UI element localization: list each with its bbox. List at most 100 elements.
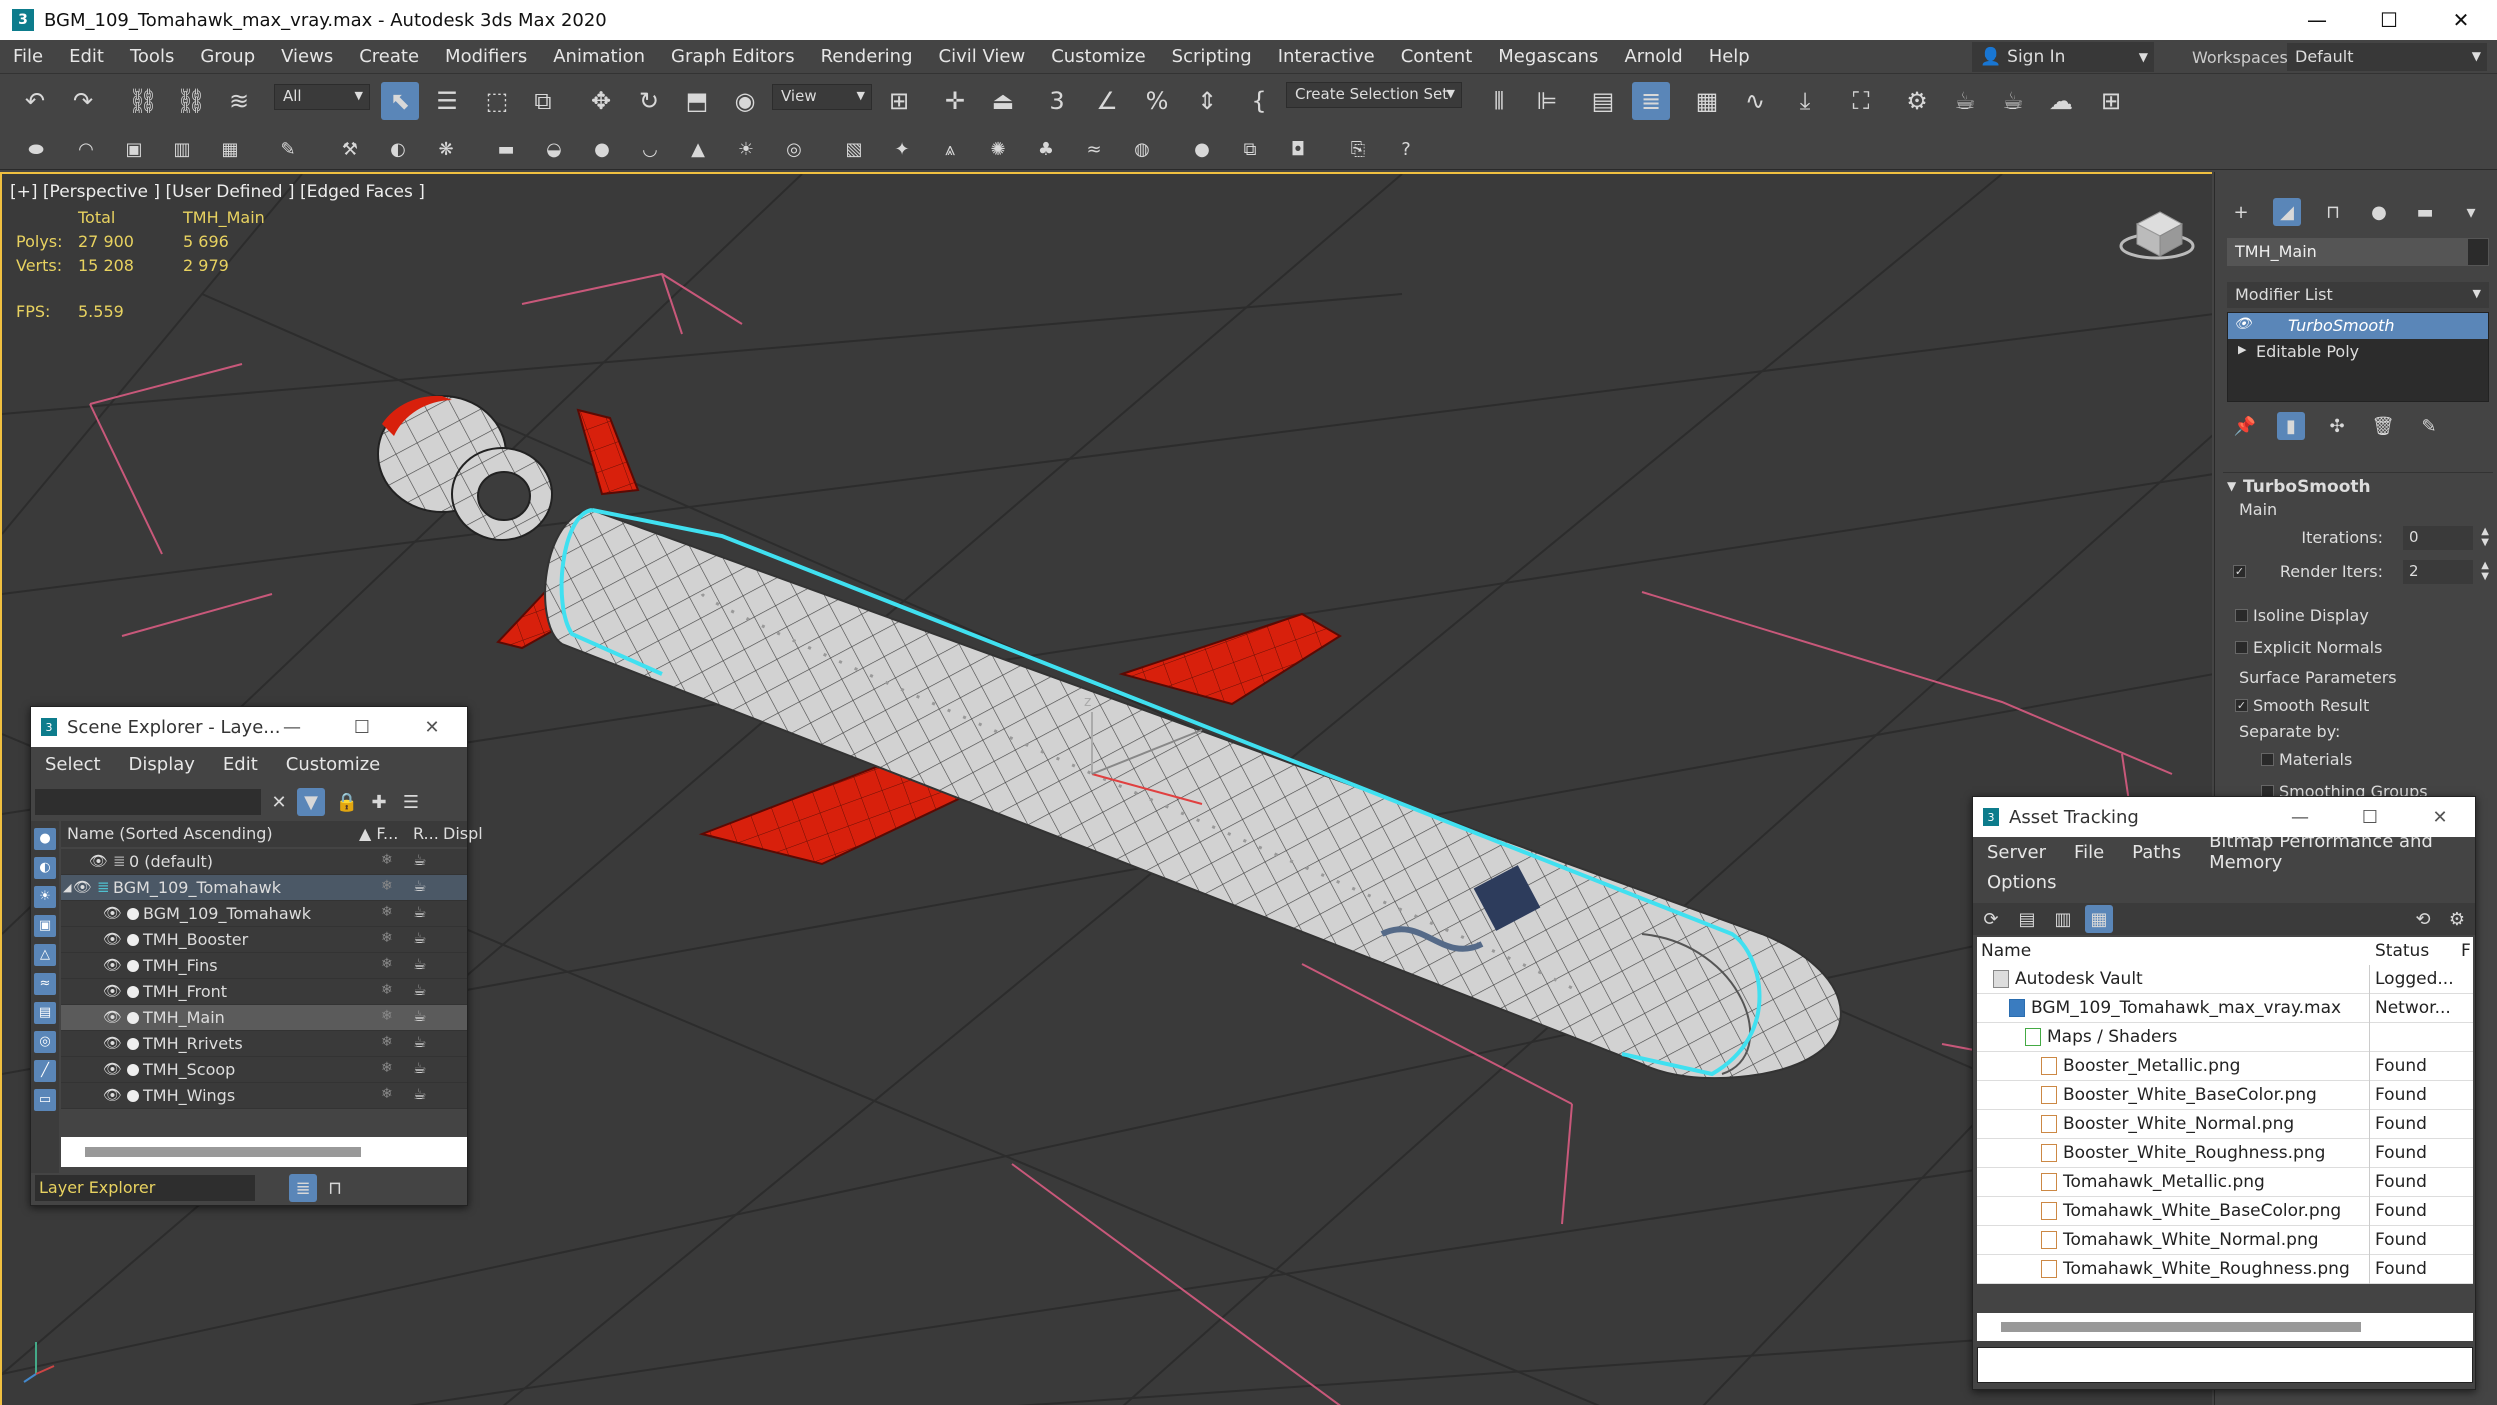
menu-rendering[interactable]: Rendering: [808, 46, 926, 67]
eye-icon[interactable]: 👁: [103, 930, 122, 948]
lasso-icon[interactable]: ◠: [72, 135, 100, 163]
renderable-icon[interactable]: ☕: [413, 1059, 426, 1077]
clear-search-icon[interactable]: ✕: [265, 788, 293, 816]
rollout-header[interactable]: ▼ TurboSmooth: [2223, 472, 2493, 500]
scene-explorer-scrollbar[interactable]: [61, 1137, 467, 1167]
tripod-icon[interactable]: ⩓: [936, 135, 964, 163]
minimize-button[interactable]: —: [257, 707, 327, 747]
tree-row[interactable]: 👁 TMH_Fins ❄ ☕: [61, 953, 467, 979]
tree-row[interactable]: 👁 TMH_Front ❄ ☕: [61, 979, 467, 1005]
keyboard-shortcut-override-icon[interactable]: ⏏: [984, 82, 1022, 120]
asset-row[interactable]: Booster_White_BaseColor.png Found: [1977, 1081, 2473, 1110]
asset-row[interactable]: Booster_White_Roughness.png Found: [1977, 1139, 2473, 1168]
scrollbar-thumb[interactable]: [2001, 1322, 2361, 1332]
workspaces-select[interactable]: Default ▼: [2287, 43, 2487, 71]
asset-row[interactable]: BGM_109_Tomahawk_max_vray.max Networ...: [1977, 994, 2473, 1023]
reference-coordinate-dropdown[interactable]: View ▼: [772, 84, 872, 110]
asset-row[interactable]: Booster_Metallic.png Found: [1977, 1052, 2473, 1081]
hierarchy-mode-icon[interactable]: ⊓: [321, 1174, 349, 1202]
filter-groups-icon[interactable]: ▤: [34, 1002, 56, 1024]
plane-icon[interactable]: ▬: [492, 135, 520, 163]
freeze-icon[interactable]: ❄: [381, 956, 393, 972]
tree-row[interactable]: 👁 ≣ 0 (default) ❄ ☕: [61, 849, 467, 875]
torus-icon[interactable]: ◐: [384, 135, 412, 163]
unlink-icon[interactable]: ⛓: [172, 82, 210, 120]
renderable-icon[interactable]: ☕: [413, 955, 426, 973]
renderable-icon[interactable]: ☕: [413, 1033, 426, 1051]
layers-icon[interactable]: ☰: [397, 788, 425, 816]
paint-icon[interactable]: ✎: [274, 135, 302, 163]
menu-group[interactable]: Group: [187, 46, 268, 67]
column-name[interactable]: Name (Sorted Ascending): [67, 824, 273, 843]
menu-edit[interactable]: Edit: [56, 46, 117, 67]
grid-icon[interactable]: ▦: [216, 135, 244, 163]
detail-view-icon[interactable]: ▥: [2049, 905, 2077, 933]
pivot-center-icon[interactable]: ⊞: [880, 82, 918, 120]
scene-explorer-menu-display[interactable]: Display: [115, 754, 209, 775]
menu-scripting[interactable]: Scripting: [1159, 46, 1265, 67]
bind-space-warp-icon[interactable]: ≋: [220, 82, 258, 120]
menu-arnold[interactable]: Arnold: [1611, 46, 1695, 67]
spinner-arrows-icon[interactable]: ▲ ▼: [2481, 526, 2489, 548]
filter-xrefs-icon[interactable]: ◎: [34, 1031, 56, 1053]
rectangular-selection-icon[interactable]: ⬚: [478, 82, 516, 120]
angle-snap-icon[interactable]: ∠: [1088, 82, 1126, 120]
scene-explorer-toggle-icon[interactable]: ▤: [1584, 82, 1622, 120]
light-sphere-icon[interactable]: ●: [1188, 135, 1216, 163]
menu-views[interactable]: Views: [268, 46, 346, 67]
pin-stack-icon[interactable]: 📌: [2231, 412, 2259, 440]
explicit-normals-option[interactable]: Explicit Normals: [2223, 632, 2493, 664]
wrench-icon[interactable]: ⚒: [336, 135, 364, 163]
export-icon[interactable]: ⎘: [1344, 135, 1372, 163]
select-manipulate-icon[interactable]: ✛: [936, 82, 974, 120]
eye-icon[interactable]: 👁: [103, 982, 122, 1000]
asset-tracking-path-field[interactable]: [1977, 1347, 2473, 1383]
asset-tracking-titlebar[interactable]: 3 Asset Tracking — ☐ ✕: [1973, 797, 2475, 837]
renderable-icon[interactable]: ☕: [413, 981, 426, 999]
panel-icon[interactable]: ▥: [168, 135, 196, 163]
utilities-tab-icon[interactable]: ▾: [2457, 198, 2485, 226]
renderable-icon[interactable]: ☕: [413, 1085, 426, 1103]
stack-item-editable-poly[interactable]: ▶ Editable Poly: [2228, 339, 2488, 365]
cone-icon[interactable]: ▲: [684, 135, 712, 163]
refresh-icon[interactable]: ⟳: [1977, 905, 2005, 933]
configure-sets-icon[interactable]: ✎: [2415, 412, 2443, 440]
motion-tab-icon[interactable]: ●: [2365, 198, 2393, 226]
asset-row[interactable]: Maps / Shaders: [1977, 1023, 2473, 1052]
modify-tab-icon[interactable]: ◢: [2273, 198, 2301, 226]
shape-icon[interactable]: ⬬: [22, 135, 50, 163]
menu-tools[interactable]: Tools: [117, 46, 187, 67]
eye-icon[interactable]: 👁: [89, 852, 108, 870]
tree-row[interactable]: 👁 TMH_Main ❄ ☕: [61, 1005, 467, 1031]
shader-ball-icon[interactable]: ◍: [1128, 135, 1156, 163]
table-view-icon[interactable]: ▦: [2085, 905, 2113, 933]
asset-menu-file[interactable]: File: [2060, 842, 2118, 863]
close-button[interactable]: ✕: [2405, 797, 2475, 837]
move-icon[interactable]: ✥: [582, 82, 620, 120]
hierarchy-tab-icon[interactable]: ⊓: [2319, 198, 2347, 226]
sphere-icon[interactable]: ●: [588, 135, 616, 163]
sign-in-button[interactable]: 👤 Sign In ▼: [1972, 42, 2154, 72]
asset-row[interactable]: Booster_White_Normal.png Found: [1977, 1110, 2473, 1139]
viewport-label[interactable]: [+] [Perspective ] [User Defined ] [Edge…: [10, 182, 425, 202]
menu-customize[interactable]: Customize: [1038, 46, 1158, 67]
layer-explorer-toggle-icon[interactable]: ≣: [1632, 82, 1670, 120]
freeze-icon[interactable]: ❄: [381, 1086, 393, 1102]
camera-icon[interactable]: ◘: [1284, 135, 1312, 163]
view-cube[interactable]: [2119, 211, 2195, 260]
link-icon[interactable]: ⛓: [124, 82, 162, 120]
filter-icon[interactable]: ▼: [297, 788, 325, 816]
menu-graph-editors[interactable]: Graph Editors: [658, 46, 808, 67]
placement-icon[interactable]: ◉: [726, 82, 764, 120]
undo-icon[interactable]: ↶: [16, 82, 54, 120]
menu-animation[interactable]: Animation: [540, 46, 658, 67]
menu-help[interactable]: Help: [1696, 46, 1763, 67]
named-selection-dropdown[interactable]: Create Selection Set ▼: [1286, 82, 1462, 108]
isoline-display-checkbox[interactable]: [2235, 609, 2248, 622]
help-icon[interactable]: ?: [1392, 135, 1420, 163]
show-end-result-icon[interactable]: ▮: [2277, 412, 2305, 440]
column-full-path[interactable]: F: [2461, 941, 2471, 961]
eye-icon[interactable]: 👁: [2234, 316, 2252, 332]
column-name[interactable]: Name: [1981, 941, 2031, 961]
filter-bones-icon[interactable]: ╱: [34, 1060, 56, 1082]
